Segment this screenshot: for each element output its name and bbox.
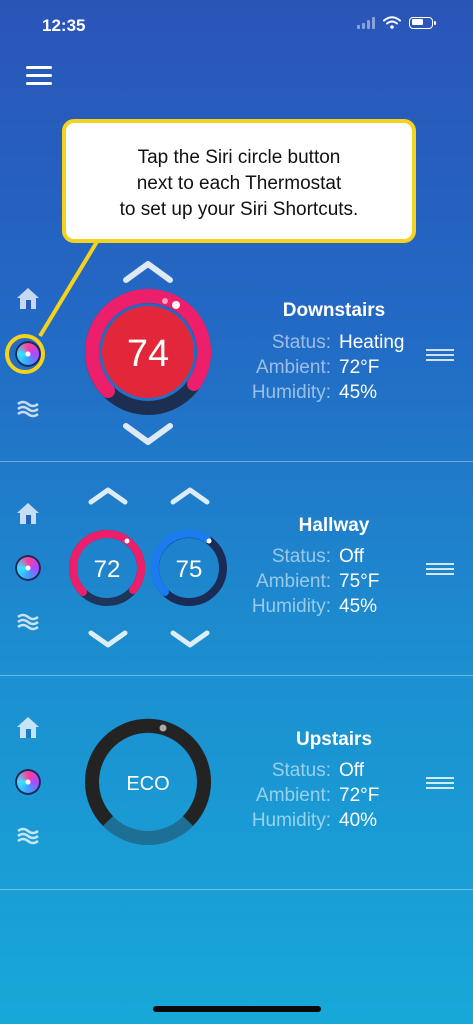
humidity-value: 45% (339, 382, 378, 403)
thermostat-dial-downstairs[interactable]: 74 (84, 288, 212, 416)
humidity-value: 40% (339, 810, 378, 831)
dial-setpoint: 74 (127, 333, 169, 375)
cellular-signal-icon (357, 16, 375, 29)
thermostat-name: Hallway (298, 515, 370, 536)
home-icon[interactable] (15, 714, 41, 740)
home-icon[interactable] (15, 285, 41, 311)
wifi-icon (383, 16, 401, 29)
eco-setpoint: ECO (126, 773, 169, 795)
ambient-value: 72°F (339, 357, 380, 378)
thermostat-name: Downstairs (282, 300, 386, 321)
humidity-label: Humidity: (251, 810, 331, 831)
siri-tip-callout: Tap the Siri circle button next to each … (62, 119, 416, 243)
thermostat-dial-cool[interactable]: 75 (149, 528, 229, 608)
status-value: Off (339, 760, 364, 781)
hamburger-menu-icon[interactable] (26, 66, 52, 86)
thermostat-name: Upstairs (295, 729, 373, 750)
status-value: Heating (339, 332, 405, 353)
humidity-waves-icon[interactable] (15, 395, 41, 421)
reorder-handle-icon[interactable] (426, 349, 454, 363)
thermostat-info: Status: Off Ambient: 75°F Humidity: 45% (243, 544, 380, 619)
ambient-value: 75°F (339, 571, 380, 592)
thermostat-info: Status: Heating Ambient: 72°F Humidity: 45% (243, 330, 405, 405)
thermostat-info: Status: Off Ambient: 72°F Humidity: 40% (243, 758, 380, 833)
humidity-waves-icon[interactable] (15, 608, 41, 634)
callout-line: Tap the Siri circle button (137, 147, 341, 168)
chevron-up-icon[interactable] (170, 487, 210, 505)
humidity-value: 45% (339, 596, 378, 617)
callout-line: next to each Thermostat (136, 173, 342, 194)
divider (0, 675, 473, 676)
home-icon[interactable] (15, 500, 41, 526)
heat-setpoint: 72 (94, 556, 121, 583)
status-time: 12:35 (42, 16, 86, 35)
status-label: Status: (271, 332, 331, 353)
ambient-label: Ambient: (256, 571, 331, 592)
divider (0, 461, 473, 462)
chevron-down-icon[interactable] (170, 630, 210, 648)
chevron-down-icon[interactable] (88, 630, 128, 648)
ambient-value: 72°F (339, 785, 380, 806)
ambient-label: Ambient: (256, 357, 331, 378)
status-icons (357, 16, 436, 29)
chevron-up-icon[interactable] (122, 260, 174, 284)
chevron-up-icon[interactable] (88, 487, 128, 505)
cool-setpoint: 75 (176, 556, 203, 583)
siri-icon[interactable] (15, 555, 41, 581)
humidity-label: Humidity: (251, 382, 331, 403)
thermostat-dial-heat[interactable]: 72 (67, 528, 147, 608)
siri-icon[interactable] (15, 341, 41, 367)
status-label: Status: (271, 546, 331, 567)
battery-icon (409, 16, 436, 29)
reorder-handle-icon[interactable] (426, 777, 454, 791)
status-label: Status: (271, 760, 331, 781)
siri-icon[interactable] (15, 769, 41, 795)
ambient-label: Ambient: (256, 785, 331, 806)
humidity-label: Humidity: (251, 596, 331, 617)
thermostat-dial-eco[interactable]: ECO (84, 718, 212, 846)
status-value: Off (339, 546, 364, 567)
divider (0, 889, 473, 890)
home-indicator[interactable] (153, 1006, 321, 1012)
humidity-waves-icon[interactable] (15, 822, 41, 848)
chevron-down-icon[interactable] (122, 422, 174, 446)
callout-line: to set up your Siri Shortcuts. (119, 199, 359, 220)
reorder-handle-icon[interactable] (426, 563, 454, 577)
